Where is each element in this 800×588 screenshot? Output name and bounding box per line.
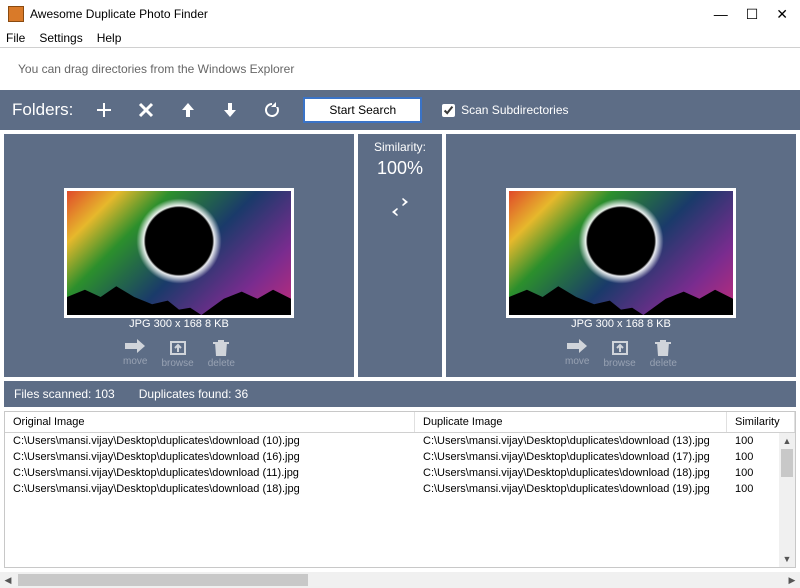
left-panel: JPG 300 x 168 8 KB move browse delete	[4, 134, 354, 377]
scroll-left-icon[interactable]: ◀	[0, 572, 16, 588]
start-search-button[interactable]: Start Search	[303, 97, 422, 123]
menu-file[interactable]: File	[6, 31, 25, 45]
table-row[interactable]: C:\Users\mansi.vijay\Desktop\duplicates\…	[5, 481, 795, 497]
close-button[interactable]: ✕	[776, 6, 788, 23]
left-delete-button[interactable]: delete	[208, 338, 235, 369]
titlebar: Awesome Duplicate Photo Finder — ☐ ✕	[0, 0, 800, 28]
minimize-button[interactable]: —	[714, 6, 728, 23]
scroll-thumb[interactable]	[781, 449, 793, 477]
menu-help[interactable]: Help	[97, 31, 122, 45]
vertical-scrollbar[interactable]: ▲ ▼	[779, 433, 795, 567]
drag-hint: You can drag directories from the Window…	[0, 48, 800, 90]
header-similarity[interactable]: Similarity	[727, 412, 795, 432]
header-original[interactable]: Original Image	[5, 412, 415, 432]
swap-button[interactable]	[389, 197, 411, 220]
left-image-meta: JPG 300 x 168 8 KB	[123, 318, 235, 330]
left-thumbnail[interactable]	[64, 188, 294, 318]
cell-original: C:\Users\mansi.vijay\Desktop\duplicates\…	[5, 465, 415, 481]
right-move-button[interactable]: move	[565, 338, 589, 369]
right-browse-button[interactable]: browse	[603, 338, 635, 369]
files-scanned: Files scanned: 103	[14, 387, 115, 401]
cell-duplicate: C:\Users\mansi.vijay\Desktop\duplicates\…	[415, 449, 727, 465]
move-up-button[interactable]	[177, 99, 199, 121]
table-row[interactable]: C:\Users\mansi.vijay\Desktop\duplicates\…	[5, 449, 795, 465]
header-duplicate[interactable]: Duplicate Image	[415, 412, 727, 432]
app-icon	[8, 6, 24, 22]
scan-subdirectories-input[interactable]	[442, 104, 455, 117]
left-move-button[interactable]: move	[123, 338, 147, 369]
cell-duplicate: C:\Users\mansi.vijay\Desktop\duplicates\…	[415, 433, 727, 449]
app-title: Awesome Duplicate Photo Finder	[30, 7, 714, 21]
folders-label: Folders:	[12, 100, 73, 120]
stats-bar: Files scanned: 103 Duplicates found: 36	[4, 381, 796, 407]
scan-subdirectories-checkbox[interactable]: Scan Subdirectories	[442, 103, 568, 117]
move-down-button[interactable]	[219, 99, 241, 121]
results-table: Original Image Duplicate Image Similarit…	[4, 411, 796, 568]
maximize-button[interactable]: ☐	[746, 6, 759, 23]
scroll-up-icon[interactable]: ▲	[779, 433, 795, 449]
cell-original: C:\Users\mansi.vijay\Desktop\duplicates\…	[5, 433, 415, 449]
scroll-right-icon[interactable]: ▶	[784, 572, 800, 588]
table-row[interactable]: C:\Users\mansi.vijay\Desktop\duplicates\…	[5, 433, 795, 449]
right-delete-button[interactable]: delete	[650, 338, 677, 369]
refresh-button[interactable]	[261, 99, 283, 121]
cell-duplicate: C:\Users\mansi.vijay\Desktop\duplicates\…	[415, 465, 727, 481]
similarity-value: 100%	[377, 158, 423, 179]
scroll-down-icon[interactable]: ▼	[779, 551, 795, 567]
right-panel: JPG 300 x 168 8 KB move browse delete	[446, 134, 796, 377]
right-image-meta: JPG 300 x 168 8 KB	[565, 318, 677, 330]
add-folder-button[interactable]	[93, 99, 115, 121]
menubar: File Settings Help	[0, 28, 800, 48]
remove-folder-button[interactable]	[135, 99, 157, 121]
similarity-label: Similarity:	[374, 140, 426, 154]
left-browse-button[interactable]: browse	[161, 338, 193, 369]
cell-original: C:\Users\mansi.vijay\Desktop\duplicates\…	[5, 449, 415, 465]
results-body[interactable]: C:\Users\mansi.vijay\Desktop\duplicates\…	[5, 433, 795, 567]
hscroll-thumb[interactable]	[18, 574, 308, 586]
menu-settings[interactable]: Settings	[39, 31, 82, 45]
table-row[interactable]: C:\Users\mansi.vijay\Desktop\duplicates\…	[5, 465, 795, 481]
duplicates-found: Duplicates found: 36	[139, 387, 248, 401]
similarity-column: Similarity: 100%	[358, 134, 442, 377]
cell-duplicate: C:\Users\mansi.vijay\Desktop\duplicates\…	[415, 481, 727, 497]
right-thumbnail[interactable]	[506, 188, 736, 318]
compare-area: JPG 300 x 168 8 KB move browse delete Si…	[0, 130, 800, 381]
toolbar: Folders: Start Search Scan Subdirectorie…	[0, 90, 800, 130]
horizontal-scrollbar[interactable]: ◀ ▶	[0, 572, 800, 588]
cell-original: C:\Users\mansi.vijay\Desktop\duplicates\…	[5, 481, 415, 497]
results-header: Original Image Duplicate Image Similarit…	[5, 412, 795, 433]
